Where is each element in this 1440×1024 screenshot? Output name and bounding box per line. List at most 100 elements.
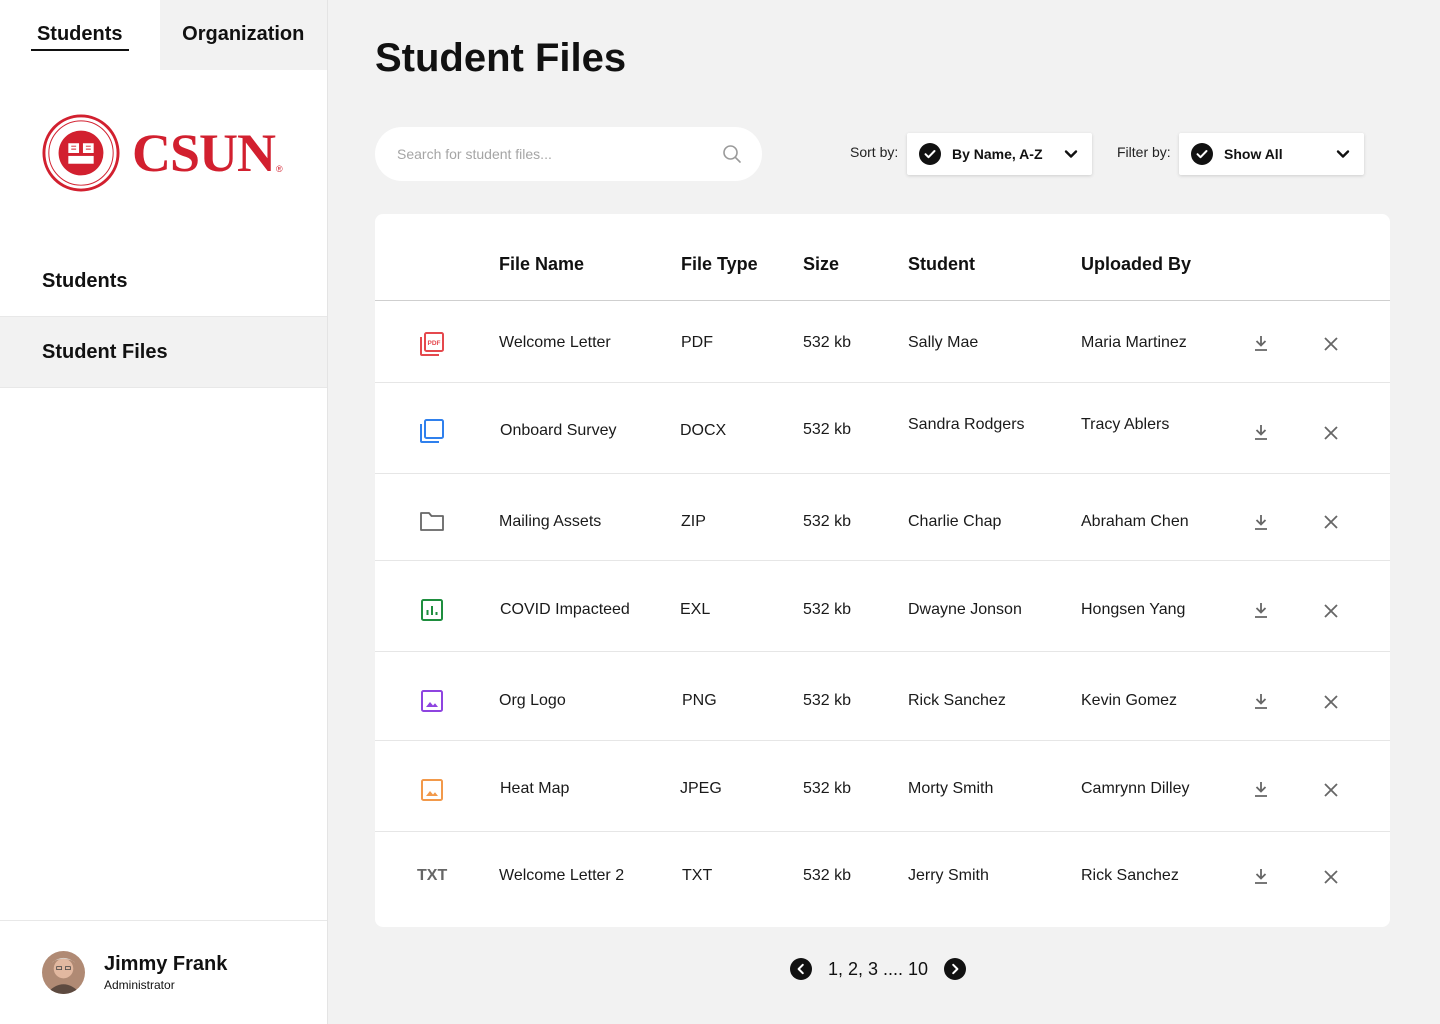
sidebar: Students Organization CSUN ® Students St… xyxy=(0,0,328,1024)
filter-dropdown[interactable]: Show All xyxy=(1179,133,1364,175)
check-circle-icon xyxy=(919,143,941,165)
cell-size: 532 kb xyxy=(803,513,852,530)
docx-icon xyxy=(420,419,444,443)
cell-file-type: PDF xyxy=(681,334,713,351)
folder-icon xyxy=(420,512,444,531)
image-icon xyxy=(421,779,443,801)
cell-file-type: TXT xyxy=(682,867,713,884)
cell-file-name[interactable]: Heat Map xyxy=(500,780,569,798)
cell-file-name[interactable]: COVID Impacteed xyxy=(500,601,630,619)
cell-student: Morty Smith xyxy=(908,780,994,797)
pdf-icon: PDF xyxy=(420,332,444,356)
files-table: File Name File Type Size Student Uploade… xyxy=(375,214,1390,927)
previous-page-icon[interactable] xyxy=(790,958,812,980)
cell-uploaded-by: Tracy Ablers xyxy=(1081,416,1170,433)
tab-organization[interactable]: Organization xyxy=(159,0,327,70)
csun-seal-icon xyxy=(42,114,120,192)
cell-size: 532 kb xyxy=(803,780,852,797)
cell-student: Sally Mae xyxy=(908,334,979,351)
cell-size: 532 kb xyxy=(803,692,852,709)
cell-size: 532 kb xyxy=(803,421,852,438)
user-role: Administrator xyxy=(104,978,175,992)
cell-file-type: EXL xyxy=(680,601,711,618)
cell-file-type: DOCX xyxy=(680,422,727,439)
delete-icon[interactable] xyxy=(1321,423,1341,443)
sidebar-item-student-files[interactable]: Student Files xyxy=(0,317,327,388)
page-title: Student Files xyxy=(375,36,627,80)
check-circle-icon xyxy=(1191,143,1213,165)
cell-file-name[interactable]: Welcome Letter 2 xyxy=(499,867,624,885)
cell-uploaded-by: Maria Martinez xyxy=(1081,334,1187,351)
user-name: Jimmy Frank xyxy=(104,953,228,975)
header-student[interactable]: Student xyxy=(908,254,975,275)
download-icon[interactable] xyxy=(1251,866,1271,886)
sort-dropdown[interactable]: By Name, A-Z xyxy=(907,133,1092,175)
cell-file-name[interactable]: Org Logo xyxy=(499,692,566,710)
cell-file-name[interactable]: Onboard Survey xyxy=(500,422,617,440)
sidebar-item-students[interactable]: Students xyxy=(0,246,327,317)
cell-file-type: ZIP xyxy=(681,513,706,530)
table-row[interactable]: Org Logo PNG 532 kb Rick Sanchez Kevin G… xyxy=(375,652,1390,741)
table-row[interactable]: TXT Welcome Letter 2 TXT 532 kb Jerry Sm… xyxy=(375,832,1390,927)
cell-student: Sandra Rodgers xyxy=(908,416,1025,433)
cell-size: 532 kb xyxy=(803,867,852,884)
sidebar-nav: Students Student Files xyxy=(0,246,327,388)
spreadsheet-icon xyxy=(421,599,443,621)
user-profile[interactable]: Jimmy Frank Administrator xyxy=(0,920,327,1024)
cell-uploaded-by: Camrynn Dilley xyxy=(1081,780,1190,797)
next-page-icon[interactable] xyxy=(944,958,967,980)
cell-file-type: PNG xyxy=(682,692,717,709)
cell-uploaded-by: Rick Sanchez xyxy=(1081,867,1179,884)
table-row[interactable]: Heat Map JPEG 532 kb Morty Smith Camrynn… xyxy=(375,741,1390,832)
cell-uploaded-by: Hongsen Yang xyxy=(1081,601,1186,618)
filter-label: Filter by: xyxy=(1117,144,1171,160)
table-row[interactable]: COVID Impacteed EXL 532 kb Dwayne Jonson… xyxy=(375,561,1390,652)
cell-uploaded-by: Kevin Gomez xyxy=(1081,692,1178,709)
cell-file-name[interactable]: Mailing Assets xyxy=(499,513,601,531)
chevron-down-icon xyxy=(1064,150,1078,158)
header-size[interactable]: Size xyxy=(803,254,839,275)
download-icon[interactable] xyxy=(1251,512,1271,532)
download-icon[interactable] xyxy=(1251,600,1271,620)
pagination: 1, 2, 3 .... 10 xyxy=(790,958,967,980)
chevron-down-icon xyxy=(1336,150,1350,158)
cell-file-type: JPEG xyxy=(680,780,722,797)
delete-icon[interactable] xyxy=(1321,867,1341,887)
cell-student: Charlie Chap xyxy=(908,513,1002,530)
filter-value: Show All xyxy=(1224,146,1283,162)
table-row[interactable]: PDF Welcome Letter PDF 532 kb Sally Mae … xyxy=(375,301,1390,383)
avatar xyxy=(42,951,85,994)
cell-student: Dwayne Jonson xyxy=(908,601,1022,618)
tab-students[interactable]: Students xyxy=(0,0,160,70)
search-bar xyxy=(375,127,762,181)
logo-registered-mark: ® xyxy=(276,164,283,174)
cell-file-name[interactable]: Welcome Letter xyxy=(499,334,611,352)
search-input[interactable] xyxy=(397,146,722,162)
header-uploaded-by[interactable]: Uploaded By xyxy=(1081,254,1191,275)
download-icon[interactable] xyxy=(1251,333,1271,353)
cell-uploaded-by: Abraham Chen xyxy=(1081,513,1189,530)
delete-icon[interactable] xyxy=(1321,692,1341,712)
cell-student: Rick Sanchez xyxy=(908,692,1006,709)
table-row[interactable]: Mailing Assets ZIP 532 kb Charlie Chap A… xyxy=(375,474,1390,561)
header-file-name[interactable]: File Name xyxy=(499,254,584,275)
cell-size: 532 kb xyxy=(803,601,852,618)
csun-logo: CSUN ® xyxy=(42,114,283,192)
delete-icon[interactable] xyxy=(1321,780,1341,800)
delete-icon[interactable] xyxy=(1321,334,1341,354)
delete-icon[interactable] xyxy=(1321,512,1341,532)
download-icon[interactable] xyxy=(1251,779,1271,799)
delete-icon[interactable] xyxy=(1321,601,1341,621)
table-row[interactable]: Onboard Survey DOCX 532 kb Sandra Rodger… xyxy=(375,383,1390,474)
sort-label: Sort by: xyxy=(850,144,899,160)
page-numbers[interactable]: 1, 2, 3 .... 10 xyxy=(828,959,928,980)
header-file-type[interactable]: File Type xyxy=(681,254,758,275)
download-icon[interactable] xyxy=(1251,691,1271,711)
image-icon xyxy=(421,690,443,712)
search-icon[interactable] xyxy=(722,144,742,164)
sort-value: By Name, A-Z xyxy=(952,146,1043,162)
download-icon[interactable] xyxy=(1251,422,1271,442)
table-header: File Name File Type Size Student Uploade… xyxy=(375,214,1390,301)
svg-text:PDF: PDF xyxy=(428,340,441,347)
cell-size: 532 kb xyxy=(803,334,852,351)
